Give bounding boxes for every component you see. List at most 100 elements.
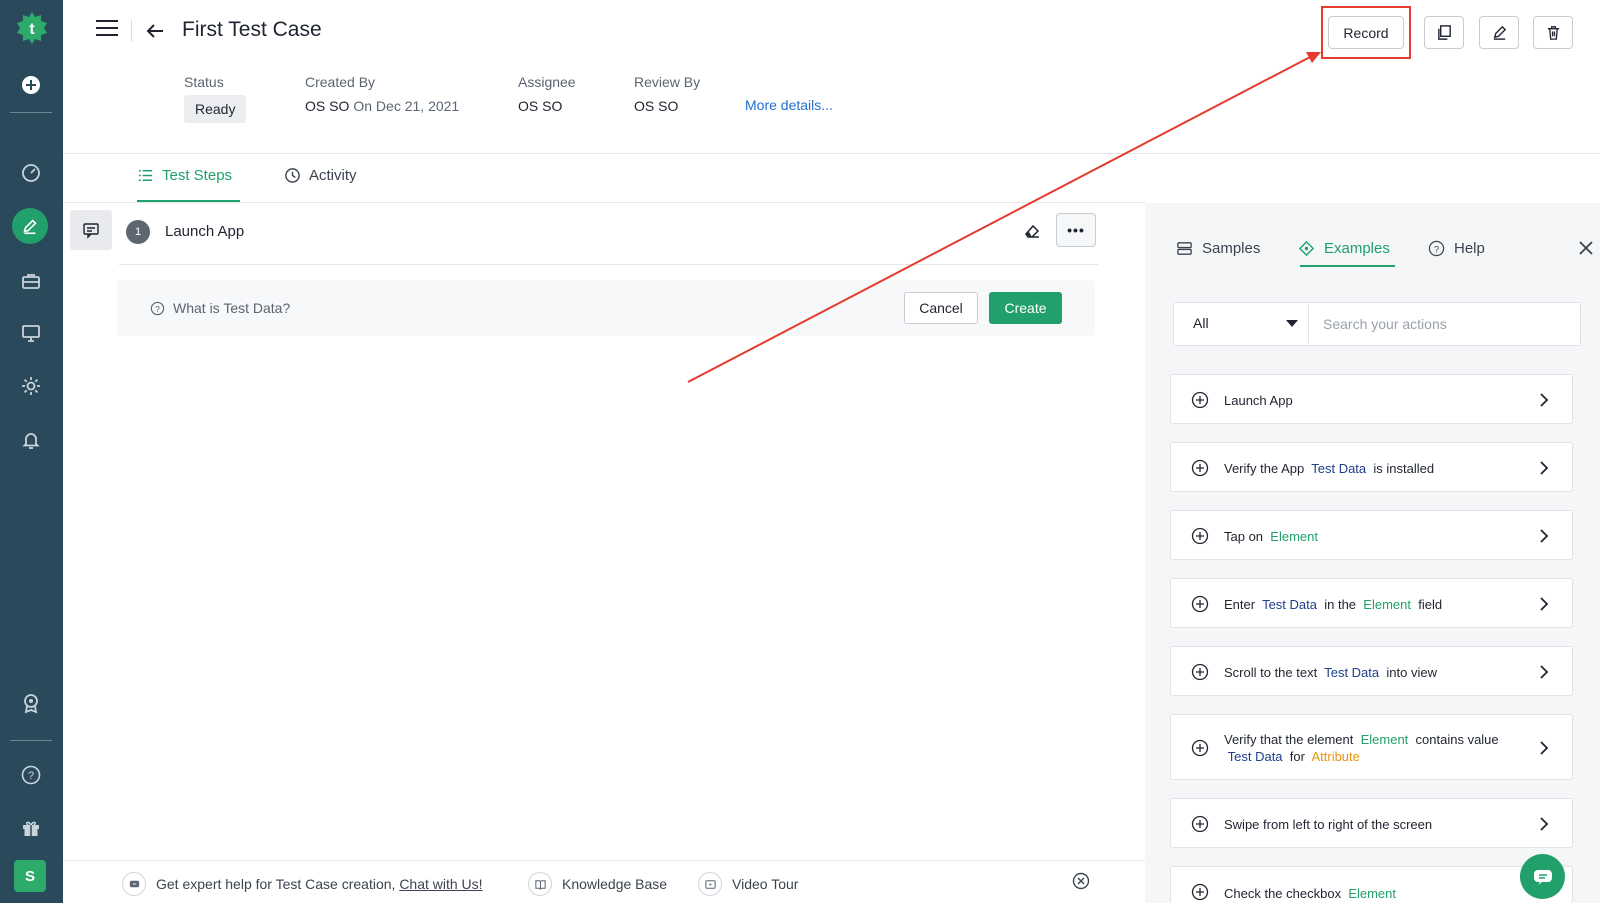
header-divider-line bbox=[63, 153, 1600, 154]
card-text: Verify the App bbox=[1224, 461, 1305, 476]
card-text: in the bbox=[1324, 597, 1357, 612]
card-text: Enter bbox=[1224, 597, 1256, 612]
element-token[interactable]: Element bbox=[1270, 529, 1318, 544]
list-icon bbox=[138, 170, 153, 181]
pencil-icon bbox=[1493, 25, 1506, 40]
edit-button[interactable] bbox=[1479, 16, 1519, 49]
tab-samples-label: Samples bbox=[1202, 240, 1261, 257]
monitor-icon[interactable] bbox=[18, 320, 44, 346]
book-icon bbox=[528, 872, 552, 896]
action-card[interactable]: Enter Test Data in the Element field bbox=[1170, 578, 1573, 628]
add-circle-icon[interactable] bbox=[18, 72, 44, 98]
chat-icon[interactable] bbox=[1520, 854, 1565, 899]
tab-test-steps-label: Test Steps bbox=[162, 167, 233, 184]
tab-test-steps[interactable]: Test Steps bbox=[137, 167, 232, 184]
tab-activity-label: Activity bbox=[309, 167, 357, 184]
question-icon: ? bbox=[150, 301, 165, 315]
step-more-button[interactable]: ••• bbox=[1056, 213, 1096, 247]
attribute-token[interactable]: Attribute bbox=[1311, 749, 1359, 764]
review-by-value: OS SO bbox=[634, 98, 679, 114]
more-details-link[interactable]: More details... bbox=[745, 97, 833, 113]
knowledge-base-link[interactable]: Knowledge Base bbox=[528, 872, 667, 896]
create-button[interactable]: Create bbox=[989, 292, 1062, 324]
video-tour-link[interactable]: Video Tour bbox=[698, 872, 798, 896]
created-by-name: OS SO bbox=[305, 98, 350, 114]
element-token[interactable]: Element bbox=[1363, 597, 1411, 612]
examples-icon bbox=[1298, 240, 1315, 257]
created-on-date: On Dec 21, 2021 bbox=[353, 98, 460, 114]
tab-samples[interactable]: Samples bbox=[1176, 240, 1260, 257]
tab-examples[interactable]: Examples bbox=[1298, 240, 1390, 257]
hamburger-icon[interactable] bbox=[96, 20, 118, 38]
action-card[interactable]: Verify the App Test Data is installed bbox=[1170, 442, 1573, 492]
video-icon bbox=[698, 872, 722, 896]
step-comment-button[interactable] bbox=[70, 210, 112, 250]
delete-button[interactable] bbox=[1533, 16, 1573, 49]
step-divider bbox=[119, 264, 1098, 265]
expert-help: Get expert help for Test Case creation, … bbox=[122, 872, 483, 896]
test-data-help[interactable]: ? What is Test Data? bbox=[150, 300, 290, 316]
card-text: contains value bbox=[1415, 732, 1499, 747]
element-token[interactable]: Element bbox=[1361, 732, 1409, 747]
briefcase-icon[interactable] bbox=[18, 268, 44, 294]
card-text: Swipe from left to right of the screen bbox=[1224, 817, 1433, 832]
test-data-help-label: What is Test Data? bbox=[173, 300, 291, 316]
chevron-right-icon bbox=[1540, 817, 1549, 831]
chevron-down-icon[interactable] bbox=[1286, 320, 1298, 327]
sidebar-divider bbox=[10, 740, 52, 741]
testsigma-logo-icon[interactable]: t bbox=[14, 10, 50, 46]
search-input[interactable] bbox=[1315, 306, 1577, 342]
chevron-right-icon bbox=[1540, 393, 1549, 407]
action-card[interactable]: Tap on Element bbox=[1170, 510, 1573, 560]
avatar[interactable]: S bbox=[14, 860, 46, 892]
trash-icon bbox=[1547, 26, 1559, 40]
chevron-right-icon bbox=[1540, 529, 1549, 543]
action-card[interactable]: Launch App bbox=[1170, 374, 1573, 424]
card-text: field bbox=[1418, 597, 1443, 612]
test-data-token[interactable]: Test Data bbox=[1324, 665, 1379, 680]
svg-text:?: ? bbox=[1434, 244, 1439, 255]
header-divider bbox=[131, 20, 132, 42]
comment-icon bbox=[83, 223, 99, 239]
test-data-token[interactable]: Test Data bbox=[1262, 597, 1317, 612]
award-icon[interactable] bbox=[18, 690, 44, 716]
edit-icon[interactable] bbox=[12, 208, 48, 244]
test-data-token[interactable]: Test Data bbox=[1228, 749, 1283, 764]
card-text: Tap on bbox=[1224, 529, 1264, 544]
search-divider bbox=[1308, 305, 1309, 343]
close-icon[interactable] bbox=[1578, 240, 1594, 256]
dashboard-icon[interactable] bbox=[18, 160, 44, 186]
action-card[interactable]: Check the checkbox Element bbox=[1170, 866, 1573, 903]
action-card[interactable]: Verify that the element Element contains… bbox=[1170, 714, 1573, 780]
bell-icon[interactable] bbox=[18, 427, 44, 453]
record-highlight-box bbox=[1321, 6, 1411, 59]
help-icon[interactable]: ? bbox=[18, 762, 44, 788]
copy-button[interactable] bbox=[1424, 16, 1464, 49]
status-label: Status bbox=[184, 74, 224, 90]
back-arrow-icon[interactable] bbox=[144, 20, 166, 42]
close-icon[interactable] bbox=[1072, 872, 1090, 890]
page-title: First Test Case bbox=[182, 18, 322, 41]
video-tour-label: Video Tour bbox=[732, 876, 799, 892]
chat-with-us-link[interactable]: Chat with Us! bbox=[399, 876, 482, 892]
sidebar: t ? S bbox=[0, 0, 63, 903]
step-text[interactable]: Launch App bbox=[165, 223, 244, 240]
action-card[interactable]: Scroll to the text Test Data into view bbox=[1170, 646, 1573, 696]
tabs-divider bbox=[63, 202, 1145, 203]
card-text: into view bbox=[1386, 665, 1437, 680]
chevron-right-icon bbox=[1540, 597, 1549, 611]
created-by-label: Created By bbox=[305, 74, 376, 90]
tab-help[interactable]: ? Help bbox=[1428, 240, 1485, 257]
test-data-token[interactable]: Test Data bbox=[1311, 461, 1366, 476]
tab-examples-label: Examples bbox=[1324, 240, 1390, 257]
plus-circle-icon bbox=[1191, 527, 1209, 545]
action-filter-select[interactable]: All bbox=[1193, 315, 1209, 331]
element-token[interactable]: Element bbox=[1348, 886, 1396, 901]
eraser-icon[interactable] bbox=[1023, 222, 1041, 240]
gift-icon[interactable] bbox=[18, 815, 44, 841]
settings-gear-icon[interactable] bbox=[18, 373, 44, 399]
svg-text:?: ? bbox=[28, 770, 34, 782]
action-card[interactable]: Swipe from left to right of the screen bbox=[1170, 798, 1573, 848]
cancel-button[interactable]: Cancel bbox=[904, 292, 978, 324]
tab-activity[interactable]: Activity bbox=[284, 167, 357, 184]
